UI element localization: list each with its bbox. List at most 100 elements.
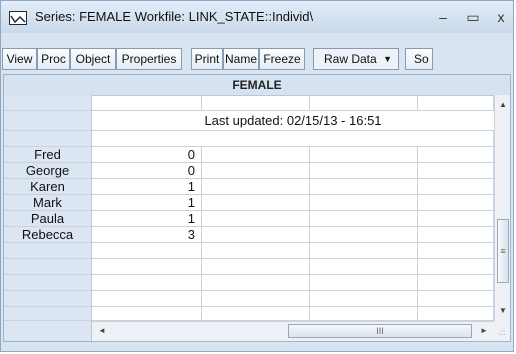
view-mode-select[interactable]: Raw Data ▼ bbox=[313, 48, 399, 70]
data-cell[interactable] bbox=[418, 291, 494, 307]
data-cell[interactable] bbox=[310, 291, 418, 307]
view-mode-value: Raw Data bbox=[324, 52, 377, 66]
proc-button[interactable]: Proc bbox=[37, 48, 70, 70]
value-cell[interactable]: 1 bbox=[92, 211, 202, 227]
data-cell[interactable] bbox=[92, 95, 202, 111]
empty-row bbox=[4, 275, 494, 291]
value-cell[interactable]: 1 bbox=[92, 179, 202, 195]
row-header-cell bbox=[4, 307, 92, 321]
data-cell[interactable] bbox=[418, 227, 494, 243]
value-cell[interactable]: 0 bbox=[92, 147, 202, 163]
data-cell[interactable] bbox=[310, 179, 418, 195]
value-cell[interactable]: 1 bbox=[92, 195, 202, 211]
toolbar: View Proc Object Properties Print Name F… bbox=[1, 33, 513, 73]
data-cell[interactable] bbox=[202, 307, 310, 321]
data-cell[interactable] bbox=[310, 227, 418, 243]
table-row[interactable]: Paula 1 bbox=[4, 211, 494, 227]
data-cell[interactable] bbox=[418, 275, 494, 291]
row-header-cell bbox=[4, 243, 92, 259]
series-name-header: FEMALE bbox=[4, 75, 510, 96]
row-label: Karen bbox=[4, 179, 92, 195]
data-cell[interactable] bbox=[418, 195, 494, 211]
vertical-scroll-thumb[interactable]: ≡ bbox=[497, 219, 509, 283]
data-cell[interactable] bbox=[92, 291, 202, 307]
vertical-scrollbar[interactable]: ▲ ≡ ▼ bbox=[494, 95, 510, 321]
series-graph-icon bbox=[9, 11, 27, 25]
scroll-right-icon[interactable]: ► bbox=[476, 322, 492, 340]
data-cell[interactable] bbox=[202, 211, 310, 227]
title-bar[interactable]: Series: FEMALE Workfile: LINK_STATE::Ind… bbox=[1, 1, 513, 33]
data-cell[interactable] bbox=[202, 227, 310, 243]
last-updated-text: Last updated: 02/15/13 - 16:51 bbox=[92, 111, 494, 131]
data-cell[interactable] bbox=[310, 163, 418, 179]
data-cell[interactable] bbox=[310, 195, 418, 211]
maximize-button[interactable]: ▭ bbox=[463, 7, 483, 27]
view-button[interactable]: View bbox=[2, 48, 37, 70]
table-row[interactable]: Mark 1 bbox=[4, 195, 494, 211]
data-cell[interactable] bbox=[202, 291, 310, 307]
row-header-cell bbox=[4, 131, 92, 147]
data-cell[interactable] bbox=[418, 211, 494, 227]
row-header-cell bbox=[4, 259, 92, 275]
data-cell[interactable] bbox=[418, 243, 494, 259]
data-cell[interactable] bbox=[418, 307, 494, 321]
data-cell[interactable] bbox=[310, 259, 418, 275]
empty-row bbox=[4, 131, 494, 147]
data-cell[interactable] bbox=[310, 147, 418, 163]
horizontal-scroll-thumb[interactable]: III bbox=[288, 324, 472, 338]
data-cell[interactable] bbox=[92, 307, 202, 321]
name-button[interactable]: Name bbox=[223, 48, 259, 70]
data-cell[interactable] bbox=[310, 211, 418, 227]
empty-row bbox=[4, 243, 494, 259]
last-updated-row: Last updated: 02/15/13 - 16:51 bbox=[4, 111, 494, 131]
data-cell[interactable] bbox=[92, 131, 494, 147]
data-cell[interactable] bbox=[310, 243, 418, 259]
value-cell[interactable]: 0 bbox=[92, 163, 202, 179]
close-button[interactable]: x bbox=[491, 7, 511, 27]
data-cell[interactable] bbox=[202, 95, 310, 111]
table-row[interactable]: Fred 0 bbox=[4, 147, 494, 163]
table-row[interactable]: Rebecca 3 bbox=[4, 227, 494, 243]
horizontal-scrollbar[interactable]: ◄ III ► bbox=[92, 321, 494, 341]
data-cell[interactable] bbox=[310, 95, 418, 111]
window-title: Series: FEMALE Workfile: LINK_STATE::Ind… bbox=[35, 9, 314, 24]
data-cell[interactable] bbox=[92, 275, 202, 291]
empty-row bbox=[4, 307, 494, 321]
table-row[interactable]: George 0 bbox=[4, 163, 494, 179]
row-label: Mark bbox=[4, 195, 92, 211]
freeze-button[interactable]: Freeze bbox=[259, 48, 305, 70]
series-window: Series: FEMALE Workfile: LINK_STATE::Ind… bbox=[0, 0, 514, 352]
object-button[interactable]: Object bbox=[70, 48, 116, 70]
row-label: Fred bbox=[4, 147, 92, 163]
data-cell[interactable] bbox=[202, 243, 310, 259]
minimize-button[interactable]: – bbox=[433, 7, 453, 27]
data-cell[interactable] bbox=[202, 195, 310, 211]
print-button[interactable]: Print bbox=[191, 48, 223, 70]
data-cell[interactable] bbox=[418, 163, 494, 179]
scroll-up-icon[interactable]: ▲ bbox=[495, 97, 510, 113]
data-cell[interactable] bbox=[418, 95, 494, 111]
data-cell[interactable] bbox=[418, 179, 494, 195]
table-row[interactable]: Karen 1 bbox=[4, 179, 494, 195]
properties-button[interactable]: Properties bbox=[116, 48, 182, 70]
data-cell[interactable] bbox=[310, 275, 418, 291]
data-cell[interactable] bbox=[418, 147, 494, 163]
resize-grip-icon[interactable]: .:: bbox=[494, 321, 510, 341]
data-cell[interactable] bbox=[202, 147, 310, 163]
scroll-down-icon[interactable]: ▼ bbox=[495, 303, 510, 319]
data-cell[interactable] bbox=[202, 179, 310, 195]
spreadsheet-grid: FEMALE Last updated: 02/15/13 - 16:51 Fr… bbox=[3, 74, 511, 342]
data-cell[interactable] bbox=[202, 163, 310, 179]
sort-button[interactable]: So bbox=[405, 48, 433, 70]
value-cell[interactable]: 3 bbox=[92, 227, 202, 243]
row-header-cell bbox=[4, 275, 92, 291]
data-cell[interactable] bbox=[418, 259, 494, 275]
scroll-left-icon[interactable]: ◄ bbox=[94, 322, 110, 340]
row-header-cell bbox=[4, 111, 92, 131]
data-cell[interactable] bbox=[310, 307, 418, 321]
data-cell[interactable] bbox=[92, 259, 202, 275]
empty-row bbox=[4, 291, 494, 307]
data-cell[interactable] bbox=[202, 259, 310, 275]
data-cell[interactable] bbox=[202, 275, 310, 291]
data-cell[interactable] bbox=[92, 243, 202, 259]
